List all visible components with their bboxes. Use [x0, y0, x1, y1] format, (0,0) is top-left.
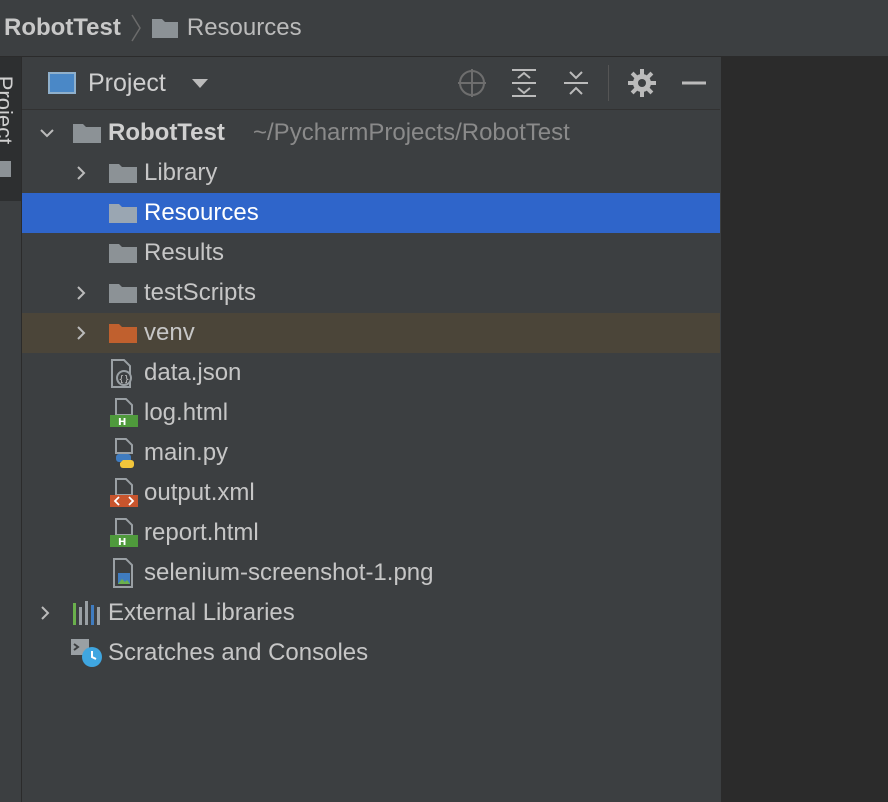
tree-row-scratches[interactable]: Scratches and Consoles	[22, 633, 720, 673]
python-file-icon	[115, 438, 134, 468]
html-file-icon: H	[110, 398, 138, 428]
breadcrumb-separator-icon	[131, 14, 141, 42]
project-panel: Project RobotTest ~/PycharmProjects/Robo…	[22, 57, 720, 802]
tree-item-label: data.json	[144, 359, 242, 386]
project-tab-icon	[0, 161, 11, 177]
tree-item-label: Resources	[144, 199, 259, 226]
tool-window-strip: Project	[0, 57, 22, 802]
tree-row-results[interactable]: Results	[22, 233, 720, 273]
tree-row-log-html[interactable]: H log.html	[22, 393, 720, 433]
expand-all-icon[interactable]	[508, 67, 540, 99]
tree-row-resources[interactable]: Resources	[22, 193, 720, 233]
tree-row-selenium-png[interactable]: selenium-screenshot-1.png	[22, 553, 720, 593]
tree-row-report-html[interactable]: H report.html	[22, 513, 720, 553]
svg-text:H: H	[118, 417, 126, 428]
gear-icon[interactable]	[626, 67, 658, 99]
chevron-down-icon[interactable]	[40, 126, 54, 140]
tree-item-label: testScripts	[144, 279, 257, 306]
header-divider	[608, 65, 609, 101]
tree-row-main-py[interactable]: main.py	[22, 433, 720, 473]
chevron-right-icon[interactable]	[74, 166, 88, 180]
tree-item-label: log.html	[144, 399, 229, 426]
scratches-icon	[71, 639, 102, 667]
project-view-icon	[48, 72, 76, 94]
tree-row-library[interactable]: Library	[22, 153, 720, 193]
folder-icon	[109, 164, 137, 183]
tree-row-output-xml[interactable]: output.xml	[22, 473, 720, 513]
project-tool-tab[interactable]: Project	[0, 57, 21, 201]
html-file-icon: H	[110, 518, 138, 548]
excluded-folder-icon	[109, 324, 137, 343]
folder-icon	[73, 124, 101, 143]
tree-row-data-json[interactable]: {} data.json	[22, 353, 720, 393]
chevron-right-icon[interactable]	[74, 326, 88, 340]
folder-icon	[109, 204, 137, 223]
svg-text:{}: {}	[119, 375, 130, 385]
tree-item-label: Library	[144, 159, 218, 186]
chevron-right-icon[interactable]	[38, 606, 52, 620]
minimize-icon[interactable]	[678, 67, 710, 99]
editor-area[interactable]	[721, 57, 888, 802]
folder-icon	[109, 284, 137, 303]
folder-icon	[151, 19, 178, 38]
project-tree: RobotTest ~/PycharmProjects/RobotTest Li…	[22, 113, 720, 673]
tree-item-label: selenium-screenshot-1.png	[144, 559, 434, 586]
project-root-path: ~/PycharmProjects/RobotTest	[253, 119, 570, 146]
project-tool-tab-label: Project	[0, 75, 18, 145]
tree-item-label: External Libraries	[108, 599, 295, 626]
tree-item-label: venv	[144, 319, 195, 346]
project-panel-header: Project	[22, 57, 720, 110]
tree-row-venv[interactable]: venv	[22, 313, 720, 353]
tree-row-testscripts[interactable]: testScripts	[22, 273, 720, 313]
collapse-all-icon[interactable]	[560, 67, 592, 99]
chevron-down-icon[interactable]	[191, 78, 208, 88]
library-icon	[73, 601, 100, 625]
breadcrumb-root[interactable]: RobotTest	[4, 14, 121, 42]
locate-icon[interactable]	[456, 67, 488, 99]
tree-row-robottest[interactable]: RobotTest ~/PycharmProjects/RobotTest	[22, 113, 720, 153]
json-file-icon: {}	[111, 359, 132, 388]
tree-row-external-libraries[interactable]: External Libraries	[22, 593, 720, 633]
tree-item-label: Results	[144, 239, 225, 266]
xml-file-icon	[110, 478, 138, 507]
chevron-right-icon[interactable]	[74, 286, 88, 300]
ide-window: RobotTest Resources Project Project Robo…	[0, 0, 888, 802]
image-file-icon	[113, 558, 133, 588]
tree-item-label: Scratches and Consoles	[108, 639, 369, 666]
tree-item-label: main.py	[144, 439, 229, 466]
project-view-selector[interactable]: Project	[88, 69, 166, 98]
folder-icon	[109, 244, 137, 263]
tree-item-label: report.html	[144, 519, 259, 546]
breadcrumb: RobotTest Resources	[0, 0, 888, 57]
svg-text:H: H	[118, 537, 126, 548]
tree-item-label: output.xml	[144, 479, 255, 506]
project-root-label: RobotTest	[108, 119, 225, 146]
breadcrumb-resources[interactable]: Resources	[187, 14, 302, 42]
